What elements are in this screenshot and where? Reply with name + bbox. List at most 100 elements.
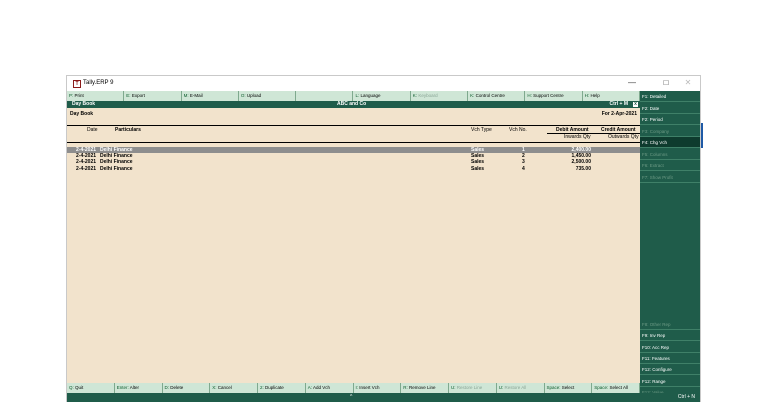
bb-alter-button[interactable]: Enter: Alter	[114, 383, 163, 393]
right-edge-accent	[700, 123, 703, 148]
button-key: F7:	[642, 174, 649, 180]
button-key: F3:	[642, 128, 649, 134]
button-label: Detailed	[649, 94, 667, 99]
button-key: Space:	[594, 385, 609, 390]
cell-date: 2-4-2021	[76, 159, 97, 166]
title-bar: T Tally.ERP 9 — □ ✕	[67, 76, 700, 90]
button-key: Enter:	[116, 385, 129, 390]
window-title: Tally.ERP 9	[83, 80, 114, 86]
button-key: F2:	[642, 105, 649, 111]
button-label: Remove Line	[409, 385, 436, 390]
bb-cancel-button[interactable]: X: Cancel	[210, 383, 258, 393]
company-name: ABC and Co	[337, 101, 367, 107]
report-close-icon[interactable]: x	[633, 102, 638, 107]
button-label: Delete	[170, 385, 184, 390]
tb-language-button[interactable]: L: Language	[353, 91, 411, 101]
bb-restore-line-button: U: Restore Line	[449, 383, 497, 393]
button-key: H:	[527, 93, 532, 98]
button-label: Language	[360, 93, 381, 98]
col-inwards-qty: Inwards Qty	[564, 134, 591, 140]
button-label: Range	[652, 378, 666, 384]
bb-add-vch-button[interactable]: A: Add Vch	[305, 383, 354, 393]
table-row[interactable]: 2-4-2021 Delhi Finance Sales 3 2,500.00	[67, 159, 640, 165]
sidebar-period-button[interactable]: F2: Period	[640, 114, 700, 125]
table-row[interactable]: 2-4-2021 Delhi Finance Sales 4 735.00	[67, 166, 640, 172]
bb-insert-vch-button[interactable]: I: Insert Vch	[353, 383, 402, 393]
button-label: Add Vch	[313, 385, 331, 390]
tb-e-mail-button[interactable]: M: E-Mail	[181, 91, 239, 101]
minimize-button[interactable]: —	[622, 77, 642, 89]
button-label: Support Centre	[533, 93, 564, 98]
tb-keyboard-button: K: Keyboard	[410, 91, 469, 101]
report-subtitle: Day Book	[70, 111, 94, 117]
button-label: Inv Rep	[649, 333, 666, 339]
button-label: Quit	[75, 385, 84, 390]
cell-date: 2-4-2021	[76, 165, 97, 172]
cell-vch-type: Sales	[471, 153, 485, 160]
button-key: H:	[584, 93, 590, 98]
cell-date: 2-4-2021	[76, 153, 97, 160]
button-label: Columns	[649, 151, 668, 157]
bb-remove-line-button[interactable]: R: Remove Line	[401, 383, 449, 393]
sidebar-configure-button[interactable]: F12: Configure	[640, 364, 700, 376]
button-label: Other Rep	[649, 322, 671, 327]
button-key: P:	[69, 93, 74, 98]
sidebar-chg-vch-button[interactable]: F4: Chg Vch	[640, 137, 700, 148]
sidebar-range-button[interactable]: F12: Range	[640, 376, 700, 387]
button-label: Date	[649, 105, 660, 111]
tb-export-button[interactable]: E: Export	[124, 91, 182, 101]
bb-select-all-button[interactable]: Space: Select All	[592, 383, 640, 393]
button-label: Extract	[649, 163, 664, 168]
tb-upload-button[interactable]: O: Upload	[238, 91, 297, 101]
tb-blank-button[interactable]	[296, 91, 354, 101]
maximize-button[interactable]: □	[656, 77, 676, 89]
bb-delete-button[interactable]: D: Delete	[162, 383, 211, 393]
bb-select-button[interactable]: Space: Select	[544, 383, 593, 393]
cell-particulars: Delhi Finance	[100, 165, 133, 172]
report-header: Day Book ABC and Co Ctrl + M x	[67, 101, 640, 108]
button-label: Upload	[246, 93, 262, 98]
button-label: Company	[649, 128, 670, 134]
col-particulars: Particulars	[115, 127, 141, 133]
cell-vch-no: 2	[522, 153, 525, 160]
col-vch-no: Vch No.	[509, 127, 527, 133]
day-book-report: Day Book ABC and Co Ctrl + M x Day Book …	[67, 101, 640, 383]
sidebar-acc-rep-button[interactable]: F10: Acc Rep	[640, 342, 700, 353]
cell-particulars: Delhi Finance	[100, 153, 133, 160]
tb-control-centre-button[interactable]: K: Control Centre	[468, 91, 526, 101]
button-key: F12:	[642, 378, 652, 384]
button-label: Print	[74, 93, 84, 98]
button-label: Control Centre	[475, 93, 505, 98]
button-key: F12:	[642, 367, 652, 373]
button-label: Cancel	[217, 385, 232, 390]
tally-app-icon: T	[73, 80, 81, 88]
button-label: Duplicate	[265, 385, 284, 390]
button-label: Alter	[129, 385, 140, 390]
sidebar-company-button: F3: Company	[640, 126, 700, 137]
scroll-up-icon[interactable]: ^	[350, 393, 352, 402]
sidebar-date-button[interactable]: F2: Date	[640, 103, 700, 114]
sidebar-detailed-button[interactable]: F1: Detailed	[640, 91, 700, 102]
report-period[interactable]: For 2-Apr-2021	[602, 109, 637, 119]
tb-support-centre-button[interactable]: H: Support Centre	[525, 91, 583, 101]
close-button[interactable]: ✕	[678, 77, 698, 89]
button-key: F1:	[642, 94, 649, 99]
table-row[interactable]: 2-4-2021 Delhi Finance Sales 2 1,450.00	[67, 153, 640, 159]
bb-duplicate-button[interactable]: 2: Duplicate	[258, 383, 306, 393]
sidebar-features-button[interactable]: F11: Features	[640, 353, 700, 364]
tb-print-button[interactable]: P: Print	[67, 91, 125, 101]
col-vch-type: Vch Type	[471, 127, 492, 133]
cell-debit: 735.00	[575, 165, 591, 172]
cell-debit: 2,500.00	[571, 159, 591, 166]
cell-vch-type: Sales	[471, 147, 485, 153]
table-row[interactable]: 2-4-2021 Delhi Finance Sales 1 2,400.00	[67, 147, 640, 153]
button-key: M:	[183, 93, 189, 98]
button-label: Period	[649, 117, 663, 122]
button-key: X:	[212, 385, 217, 390]
bb-quit-button[interactable]: Q: Quit	[67, 383, 115, 393]
cell-debit: 1,450.00	[571, 153, 591, 160]
sidebar-inv-rep-button[interactable]: F9: Inv Rep	[640, 330, 700, 342]
button-key: F2:	[642, 117, 649, 122]
tb-help-button[interactable]: H: Help	[582, 91, 640, 101]
button-key: O:	[240, 93, 246, 98]
